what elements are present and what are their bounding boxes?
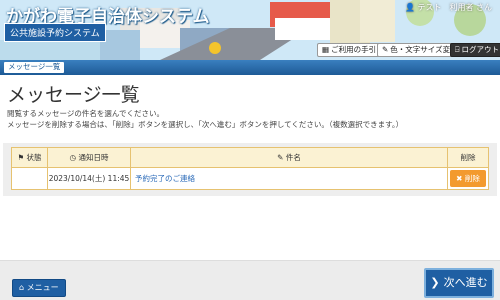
table-header-row: ⚑ 状態 ◷ 通知日時 ✎ 件名 削除 — [11, 147, 489, 168]
close-icon: ✖ — [456, 174, 465, 183]
delete-cell: ✖ 削除 — [447, 167, 489, 190]
status-cell — [11, 167, 48, 190]
logout-icon: ⍈ — [455, 45, 460, 54]
breadcrumb: メッセージ一覧 — [4, 62, 65, 73]
subject-link[interactable]: 予約完了のご連絡 — [130, 167, 448, 190]
message-table: ⚑ 状態 ◷ 通知日時 ✎ 件名 削除 2023/10/14(土) 11:45 … — [11, 147, 489, 190]
logout-button[interactable]: ⍈ ログアウト — [450, 43, 500, 57]
flag-icon: ⚑ — [17, 153, 27, 162]
user-name: テスト 利用者 さん — [417, 3, 492, 12]
message-table-panel: ⚑ 状態 ◷ 通知日時 ✎ 件名 削除 2023/10/14(土) 11:45 … — [3, 143, 497, 196]
footer-bar: ⌂ メニュー ❯ 次へ進む — [0, 260, 500, 300]
table-row: 2023/10/14(土) 11:45 予約完了のご連絡 ✖ 削除 — [11, 167, 489, 190]
chevron-right-icon: ❯ — [430, 276, 440, 289]
date-column-header: ◷ 通知日時 — [47, 147, 131, 168]
help-text-2: メッセージを削除する場合は、「削除」ボタンを選択し、「次へ進む」ボタンを押してく… — [7, 120, 404, 129]
delete-column-header: 削除 — [447, 147, 489, 168]
status-column-header: ⚑ 状態 — [11, 147, 48, 168]
next-button[interactable]: ❯ 次へ進む — [424, 268, 494, 298]
breadcrumb-bar: メッセージ一覧 — [0, 60, 500, 75]
delete-button[interactable]: ✖ 削除 — [450, 170, 486, 187]
user-icon: 👤 — [404, 3, 418, 12]
user-info: 👤 テスト 利用者 さん — [405, 2, 492, 13]
home-icon: ⌂ — [19, 283, 27, 292]
subject-column-header: ✎ 件名 — [130, 147, 448, 168]
date-cell: 2023/10/14(土) 11:45 — [47, 167, 131, 190]
pencil-icon: ✎ — [277, 153, 286, 162]
site-header: かがわ電子自治体システム 公共施設予約システム 👤 テスト 利用者 さん ▦ ご利… — [0, 0, 500, 60]
page-title: メッセージ一覧 — [7, 84, 140, 106]
book-icon: ▦ — [322, 45, 330, 54]
brush-icon: ✎ — [382, 45, 389, 54]
menu-button[interactable]: ⌂ メニュー — [12, 279, 66, 297]
help-text-1: 閲覧するメッセージの件名を選んでください。 — [7, 109, 164, 118]
system-name-badge: 公共施設予約システム — [4, 23, 106, 42]
